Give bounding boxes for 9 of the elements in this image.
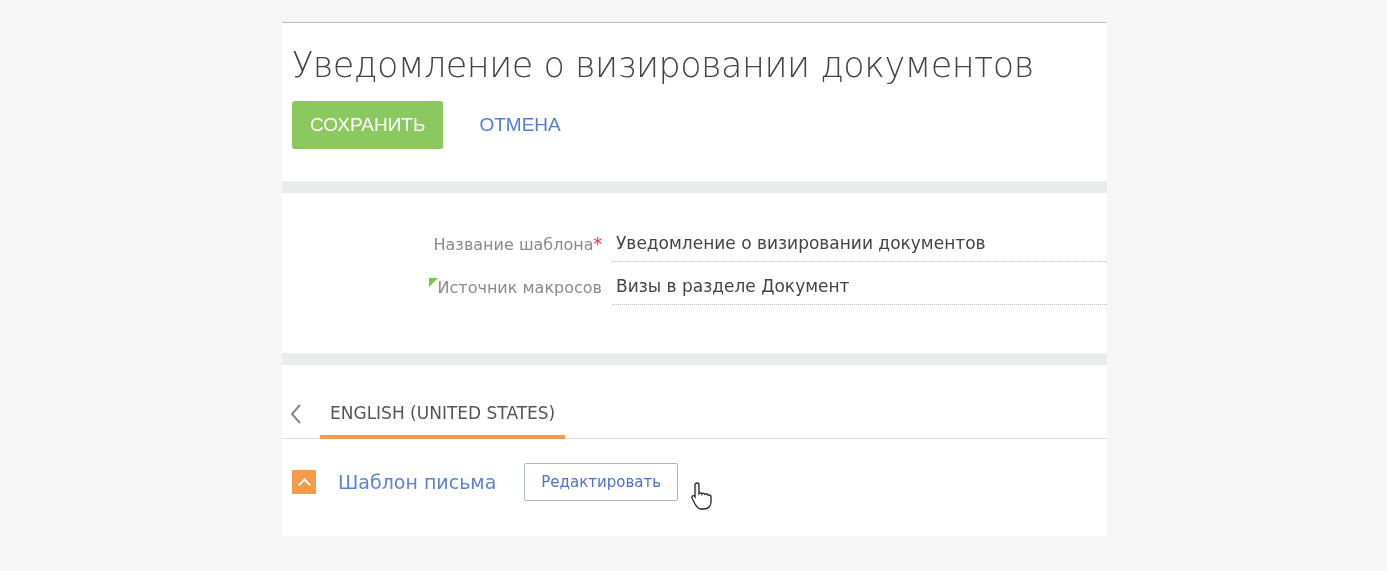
tab[interactable]: ENGLISH (UNITED STATES) — [320, 403, 566, 439]
group-title[interactable]: Шаблон письма — [338, 471, 497, 493]
edit-button[interactable]: Редактировать — [524, 463, 678, 501]
field-label: Название шаблона* — [432, 234, 603, 256]
cancel-button[interactable]: ОТМЕНА — [461, 101, 579, 149]
page-title: Уведомление о визировании документов — [292, 45, 1035, 85]
input-field[interactable]: Визы в разделе Документ — [612, 276, 1107, 305]
field-label: Источник макросов — [282, 278, 612, 305]
input-field[interactable]: Уведомление о визировании документов — [612, 233, 1107, 262]
